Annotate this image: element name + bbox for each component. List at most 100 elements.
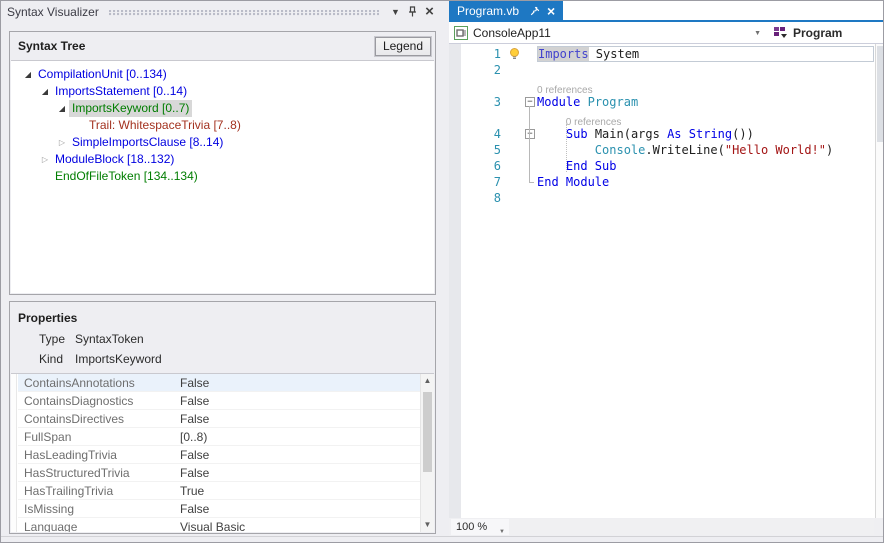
code-line[interactable]: 1Imports System <box>449 46 884 62</box>
code-line[interactable]: 6 End Sub <box>449 158 884 174</box>
code-line[interactable]: 7End Module <box>449 174 884 190</box>
tool-window-titlebar[interactable]: Syntax Visualizer ▼ × <box>1 1 444 23</box>
property-type-row: Type SyntaxToken <box>10 329 435 349</box>
close-icon[interactable]: × <box>421 4 438 21</box>
editor-vertical-scrollbar[interactable] <box>875 44 884 518</box>
scroll-up-icon[interactable]: ▲ <box>421 374 434 388</box>
property-value: False <box>176 392 420 409</box>
outlining-margin-cell <box>523 110 537 126</box>
project-dropdown-arrow-icon[interactable]: ▼ <box>754 30 761 37</box>
member-dropdown-value: Program <box>793 26 842 40</box>
line-number: 2 <box>461 62 507 78</box>
code-token <box>537 159 566 173</box>
syntax-visualizer-tool-window: Syntax Visualizer ▼ × Syntax Tree Legend… <box>1 1 449 543</box>
glyph-margin-cell <box>507 78 523 94</box>
tree-node[interactable]: ▷ModuleBlock [18..132) <box>11 151 434 168</box>
tree-expander-icon[interactable]: ◢ <box>38 83 52 100</box>
code-line[interactable]: 5 Console.WriteLine("Hello World!") <box>449 142 884 158</box>
code-text: 0 references <box>537 110 874 126</box>
tree-expander-icon[interactable]: ▷ <box>38 151 52 168</box>
syntax-tree-title: Syntax Tree <box>18 39 375 53</box>
scrollbar-thumb[interactable] <box>877 46 884 142</box>
code-token <box>537 127 566 141</box>
code-line[interactable]: 8 <box>449 190 884 206</box>
glyph-margin-cell <box>507 110 523 126</box>
line-number <box>461 78 507 94</box>
member-dropdown[interactable]: Program <box>767 22 884 43</box>
property-value: False <box>176 500 420 517</box>
tree-node[interactable]: ◢ImportsKeyword [0..7) <box>11 100 434 117</box>
collapse-minus-icon[interactable]: − <box>525 129 535 139</box>
property-row[interactable]: ContainsDirectivesFalse <box>18 410 420 428</box>
code-editor[interactable]: 1Imports System20 references3−Module Pro… <box>449 44 884 518</box>
syntax-tree-header: Syntax Tree Legend <box>10 32 435 60</box>
property-value: Visual Basic <box>176 518 420 532</box>
tab-close-icon[interactable]: × <box>547 5 555 17</box>
codelens-row[interactable]: 0 references <box>449 110 884 126</box>
property-kind-row: Kind ImportsKeyword <box>10 349 435 369</box>
properties-title: Properties <box>10 302 435 325</box>
property-row[interactable]: HasStructuredTriviaFalse <box>18 464 420 482</box>
property-row[interactable]: LanguageVisual Basic <box>18 518 420 532</box>
indent-guide-line <box>566 124 567 172</box>
tab-program-vb[interactable]: Program.vb × <box>449 1 563 20</box>
codelens-references-link[interactable]: 0 references <box>566 115 622 131</box>
scroll-down-icon[interactable]: ▼ <box>421 518 434 532</box>
code-token: ()) <box>732 127 754 141</box>
code-token: Console <box>595 143 646 157</box>
tree-expander-icon[interactable]: ▷ <box>55 134 69 151</box>
codelens-row[interactable]: 0 references <box>449 78 884 94</box>
editor-horizontal-scrollbar[interactable] <box>509 519 874 535</box>
tree-expander-icon[interactable]: ◢ <box>21 66 35 83</box>
project-dropdown-value: ConsoleApp11 <box>473 26 551 40</box>
tree-node[interactable]: Trail: WhitespaceTrivia [7..8) <box>11 117 434 134</box>
property-row[interactable]: HasLeadingTriviaFalse <box>18 446 420 464</box>
pin-icon[interactable] <box>404 4 421 21</box>
glyph-margin-cell <box>507 174 523 190</box>
fold-collapse-box[interactable]: − <box>523 126 537 142</box>
code-token: As <box>667 127 681 141</box>
property-row[interactable]: ContainsDiagnosticsFalse <box>18 392 420 410</box>
glyph-margin-cell <box>507 94 523 110</box>
code-token: .WriteLine( <box>645 143 724 157</box>
outlining-margin-cell <box>523 158 537 174</box>
property-name: HasTrailingTrivia <box>18 482 176 499</box>
properties-scrollbar[interactable]: ▲ ▼ <box>420 374 434 532</box>
property-row[interactable]: FullSpan[0..8) <box>18 428 420 446</box>
code-line[interactable]: 3−Module Program <box>449 94 884 110</box>
line-number: 6 <box>461 158 507 174</box>
codelens-references-link[interactable]: 0 references <box>537 83 593 99</box>
tree-node[interactable]: EndOfFileToken [134..134) <box>11 168 434 185</box>
property-row[interactable]: ContainsAnnotationsFalse <box>18 374 420 392</box>
code-token: "Hello World!" <box>725 143 826 157</box>
tool-window-title: Syntax Visualizer <box>7 5 99 19</box>
project-dropdown[interactable]: ConsoleApp11 ▼ <box>449 22 767 43</box>
legend-button[interactable]: Legend <box>375 37 431 56</box>
zoom-control[interactable]: 100 % ▼ <box>451 519 509 535</box>
property-name: ContainsAnnotations <box>18 374 176 391</box>
syntax-tree-list[interactable]: ◢CompilationUnit [0..134)◢ImportsStateme… <box>11 60 434 293</box>
tree-expander-icon[interactable]: ◢ <box>55 100 69 117</box>
properties-grid[interactable]: ContainsAnnotationsFalseContainsDiagnost… <box>11 373 434 532</box>
code-token: End Sub <box>566 159 617 173</box>
code-line[interactable]: 2 <box>449 62 884 78</box>
fold-collapse-box[interactable]: − <box>523 94 537 110</box>
editor-pane: Program.vb × ConsoleApp11 ▼ Program <box>449 1 884 542</box>
window-position-dropdown-icon[interactable]: ▼ <box>387 4 404 21</box>
code-token: System <box>589 47 640 61</box>
zoom-level-value: 100 % <box>456 521 487 533</box>
scrollbar-thumb[interactable] <box>423 392 432 472</box>
tree-node[interactable]: ◢ImportsStatement [0..14) <box>11 83 434 100</box>
code-token: String <box>689 127 732 141</box>
tree-node[interactable]: ▷SimpleImportsClause [8..14) <box>11 134 434 151</box>
titlebar-drag-handle[interactable] <box>109 10 379 16</box>
property-row[interactable]: HasTrailingTriviaTrue <box>18 482 420 500</box>
lightbulb-icon[interactable] <box>507 46 523 62</box>
property-value: True <box>176 482 420 499</box>
tree-node[interactable]: ◢CompilationUnit [0..134) <box>11 66 434 83</box>
tab-pin-icon[interactable] <box>528 6 542 16</box>
property-row[interactable]: IsMissingFalse <box>18 500 420 518</box>
collapse-minus-icon[interactable]: − <box>525 97 535 107</box>
property-value: False <box>176 410 420 427</box>
code-line[interactable]: 4− Sub Main(args As String()) <box>449 126 884 142</box>
